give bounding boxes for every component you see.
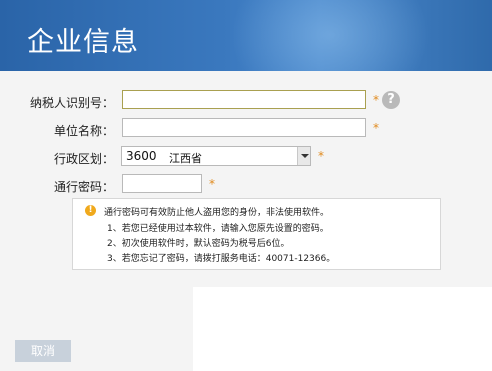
notice-item: 2、初次使用软件时，默认密码为税号后6位。 [107,239,290,249]
region-required-mark: * [318,149,324,163]
page-title: 企业信息 [27,27,139,58]
company-name-required-mark: * [373,121,379,135]
notice-item: 3、若您忘记了密码，请拨打服务电话：40071-12366。 [107,254,336,264]
password-input[interactable] [122,174,202,193]
notice-box: ! 通行密码可有效防止他人盗用您的身份，非法使用软件。 1、若您已经使用过本软件… [72,198,441,270]
chevron-down-icon[interactable] [297,147,310,165]
taxpayer-id-required-mark: * [373,93,379,107]
region-code: 3600 [126,149,157,163]
taxpayer-id-label: 纳税人识别号： [29,96,114,110]
region-select[interactable]: 3600 江西省 [121,146,311,166]
header-banner: 企业信息 [0,0,492,71]
password-label: 通行密码： [53,180,114,194]
cancel-button[interactable]: 取消 [15,340,71,362]
taxpayer-id-input[interactable] [122,90,366,109]
help-icon[interactable]: ? [382,91,400,109]
bottom-right-panel [193,287,492,371]
region-name: 江西省 [169,152,202,165]
notice-heading: 通行密码可有效防止他人盗用您的身份，非法使用软件。 [104,208,330,218]
header-glow [230,0,430,71]
notice-item: 1、若您已经使用过本软件，请输入您原先设置的密码。 [107,224,329,234]
region-label: 行政区划： [53,152,114,166]
company-name-label: 单位名称： [53,124,114,138]
company-name-input[interactable] [122,118,366,137]
warning-icon: ! [85,205,96,216]
password-required-mark: * [209,177,215,191]
